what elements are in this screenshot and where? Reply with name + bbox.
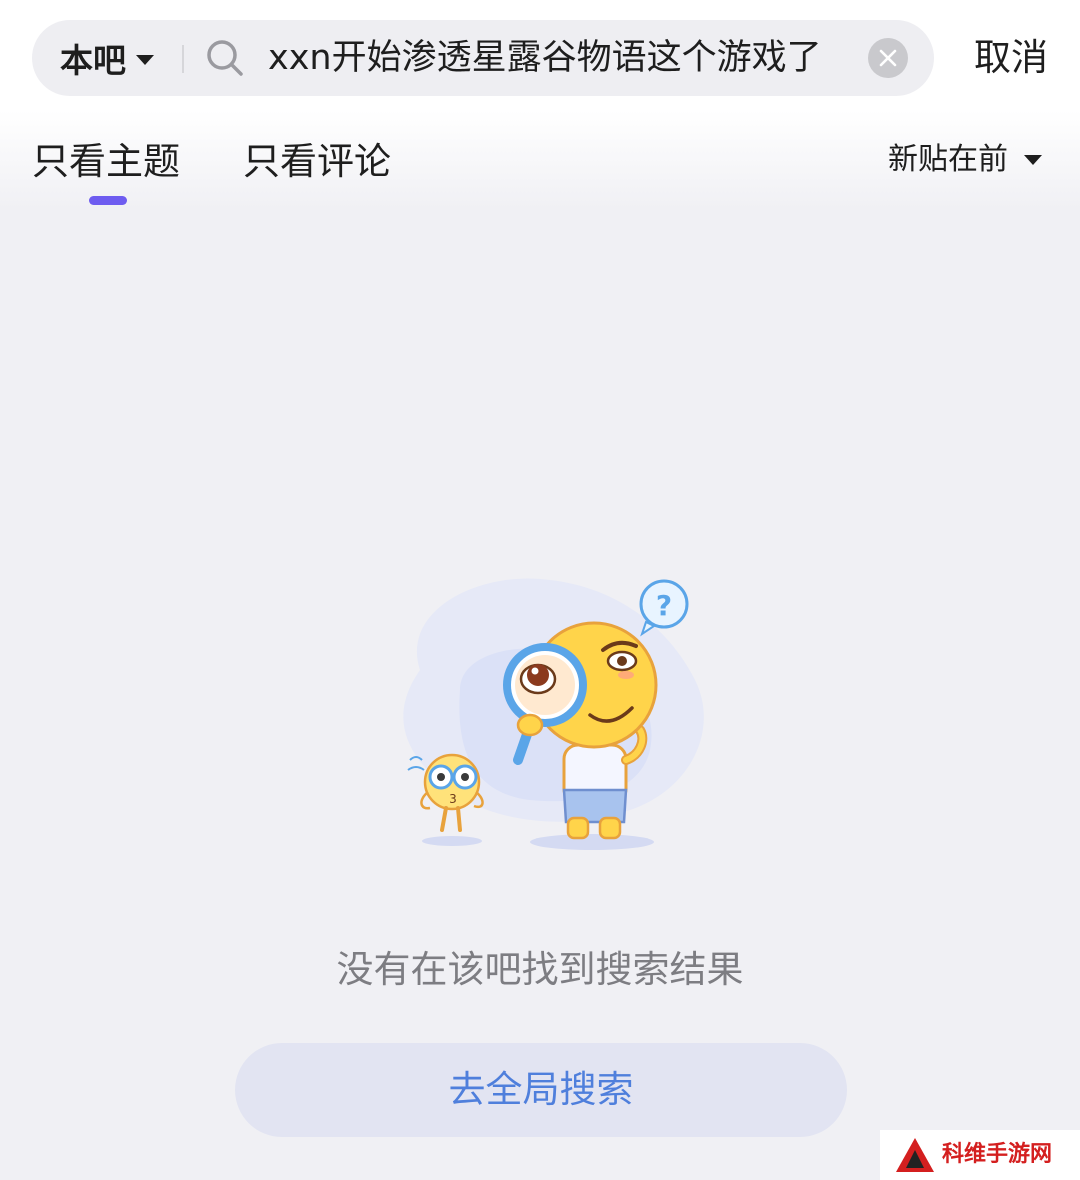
- caret-down-icon: [1024, 155, 1042, 165]
- watermark: 科维手游网: [880, 1130, 1080, 1180]
- search-scope-label: 本吧: [60, 41, 126, 80]
- search-input[interactable]: xxn开始渗透星露谷物语这个游戏了: [268, 20, 822, 96]
- magnifier-mascot-illustration: ? 3: [403, 578, 704, 850]
- global-search-button[interactable]: 去全局搜索: [235, 1043, 847, 1137]
- search-scope-dropdown[interactable]: 本吧: [60, 20, 154, 96]
- close-icon: [879, 49, 897, 67]
- caret-down-icon: [136, 55, 154, 65]
- tab-comments-only[interactable]: 只看评论: [243, 130, 391, 194]
- search-icon: [207, 40, 243, 76]
- sort-label: 新贴在前: [888, 142, 1008, 177]
- clear-search-button[interactable]: [868, 38, 908, 78]
- divider: [182, 45, 184, 73]
- cancel-button[interactable]: 取消: [974, 30, 1048, 86]
- watermark-text: 科维手游网: [942, 1142, 1053, 1167]
- active-tab-indicator: [89, 196, 127, 205]
- svg-text:3: 3: [449, 792, 457, 806]
- watermark-logo-icon: [896, 1138, 934, 1172]
- tab-topics-only[interactable]: 只看主题: [32, 130, 180, 194]
- sort-dropdown[interactable]: 新贴在前: [888, 134, 1042, 186]
- search-bar[interactable]: 本吧 xxn开始渗透星露谷物语这个游戏了: [32, 20, 934, 96]
- svg-text:?: ?: [656, 589, 672, 622]
- empty-state-message: 没有在该吧找到搜索结果: [336, 948, 744, 991]
